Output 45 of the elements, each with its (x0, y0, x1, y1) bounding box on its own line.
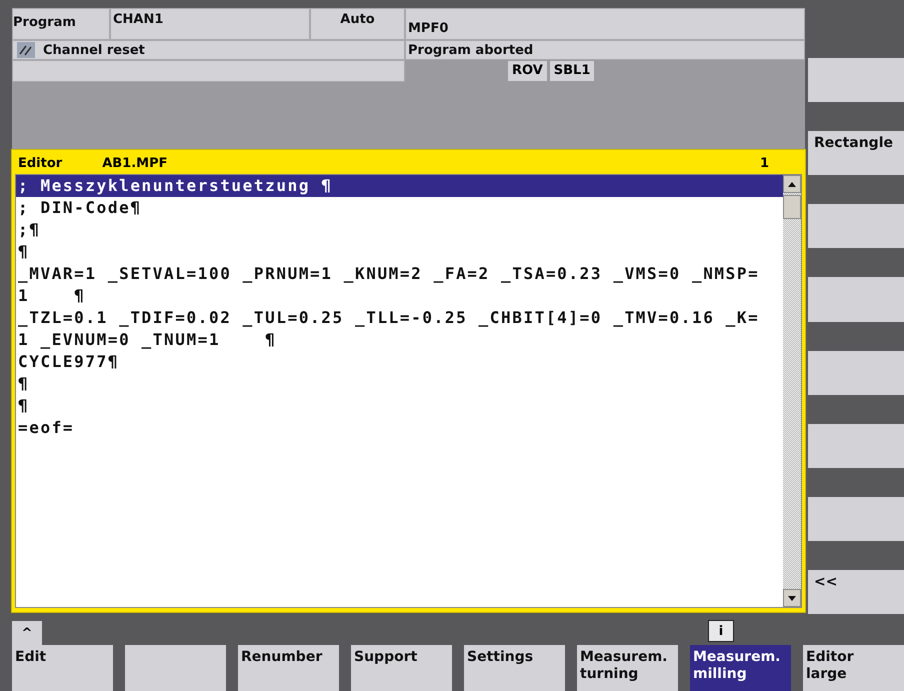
code-line[interactable]: 1 ¶ (16, 285, 783, 307)
program-name: MPF0 (405, 8, 805, 40)
scroll-down-icon[interactable] (788, 596, 796, 600)
code-line[interactable]: 1 _EVNUM=0 _TNUM=1 ¶ (16, 329, 783, 351)
horizontal-softkey[interactable]: Support (351, 645, 452, 691)
vertical-softkey[interactable]: Rectangle (808, 131, 904, 176)
editor-title: Editor (18, 156, 62, 170)
horizontal-softkey[interactable]: Editor large (803, 645, 904, 691)
code-line[interactable]: ;¶ (16, 219, 783, 241)
code-line[interactable]: _MVAR=1 _SETVAL=100 _PRNUM=1 _KNUM=2 _FA=2 _TSA=0.23 _VMS=0 _NMSP= (16, 263, 783, 285)
code-line[interactable]: ¶ (16, 395, 783, 417)
scrollbar[interactable] (783, 175, 801, 607)
vertical-softkey[interactable] (808, 277, 904, 322)
vertical-softkey[interactable] (808, 496, 904, 541)
horizontal-softkey[interactable]: Settings (464, 645, 565, 691)
horizontal-softkey[interactable]: Edit (12, 645, 113, 691)
reset-icon (17, 42, 35, 58)
vertical-softkey[interactable] (808, 58, 904, 102)
file-name: AB1.MPF (102, 156, 168, 170)
vertical-softkey[interactable] (808, 424, 904, 468)
horizontal-softkey[interactable]: Measurem. turning (577, 645, 678, 691)
status-indicator: ROV (508, 61, 547, 81)
channel-name: CHAN1 (110, 8, 310, 40)
horizontal-softkey[interactable]: Renumber (238, 645, 339, 691)
code-line[interactable]: ; DIN-Code¶ (16, 197, 783, 219)
status-indicator: SBL1 (550, 61, 594, 81)
recall-key[interactable]: ^ (12, 621, 42, 645)
vertical-softkey[interactable]: << (808, 570, 904, 614)
info-key[interactable]: i (708, 620, 734, 642)
code-line[interactable]: ¶ (16, 241, 783, 263)
vertical-softkey[interactable] (808, 204, 904, 248)
code-line[interactable]: CYCLE977¶ (16, 351, 783, 373)
channel-number: 1 (760, 156, 769, 170)
channel-status: Channel reset (43, 42, 145, 58)
scroll-thumb[interactable] (783, 195, 801, 219)
horizontal-softkey[interactable] (125, 645, 226, 691)
code-line[interactable]: _TZL=0.1 _TDIF=0.02 _TUL=0.25 _TLL=-0.25 _CHBIT[4]=0 _TMV=0.16 _K= (16, 307, 783, 329)
horizontal-softkey[interactable]: Measurem. milling (690, 645, 791, 691)
vertical-softkey[interactable] (808, 350, 904, 395)
scroll-up-icon[interactable] (788, 182, 796, 186)
mode-label: Auto (310, 8, 405, 40)
area-label: Program (12, 8, 110, 40)
program-status: Program aborted (405, 40, 805, 60)
code-line[interactable]: =eof= (16, 417, 783, 439)
code-line[interactable]: ¶ (16, 373, 783, 395)
